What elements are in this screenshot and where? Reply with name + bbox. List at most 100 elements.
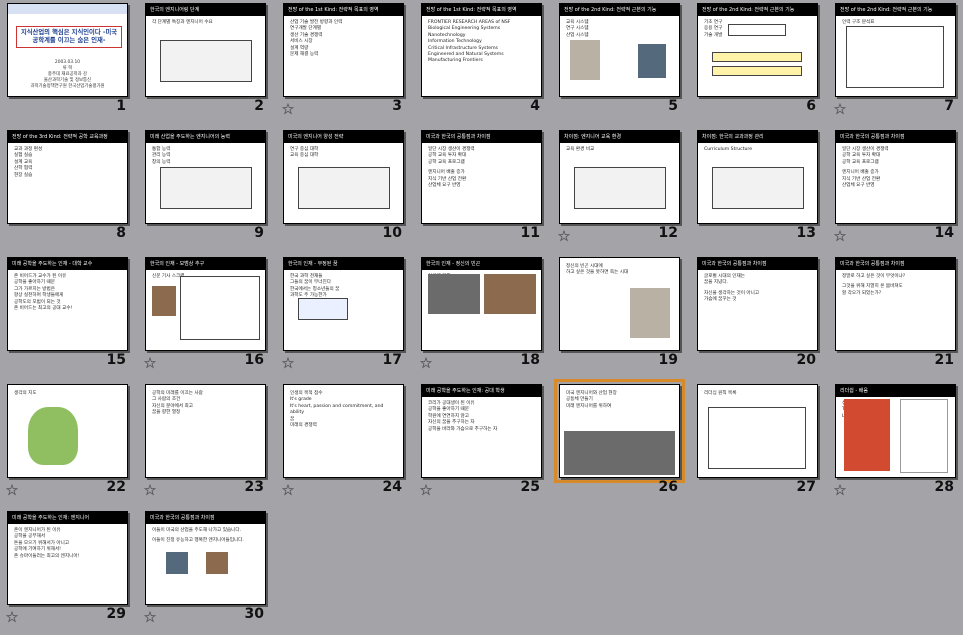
slide-thumbnail[interactable]: 생각의 지도: [7, 384, 128, 478]
slide-thumbnail[interactable]: 공학의 미래를 이끄는 사람 그 사람의 조건 자신의 분야에서 최고 꿈을 향한 열…: [145, 384, 266, 478]
transition-star-icon[interactable]: [6, 611, 18, 623]
transition-star-icon[interactable]: [834, 103, 846, 115]
slide-text-line: 교육 중심 대학: [290, 153, 319, 159]
slide-thumbnail[interactable]: 미국과 한국의 공통점과 차이점 정말로 하고 싶은 것이 무엇이냐? 그것을 위해…: [835, 257, 956, 351]
transition-star-icon[interactable]: [144, 484, 156, 496]
slide-thumbnail[interactable]: 인생의 목적 점수 It's grade It's heart, passion a…: [283, 384, 404, 478]
transition-star-icon[interactable]: [144, 357, 156, 369]
slide-number: 29: [106, 606, 126, 622]
slide-thumbnail-cell[interactable]: 전망 of the 3rd Kind: 전략적 공학 교육과정 교과 과정 편성 실…: [0, 127, 138, 249]
slide-text-line: 각 단계별 특징과 엔지니어 수요: [152, 20, 213, 25]
slide-thumbnail[interactable]: 리더십 원칙 목록: [697, 384, 818, 478]
transition-star-icon[interactable]: [282, 103, 294, 115]
slide-thumbnail[interactable]: 한국의 인재 - 부정된 꿈 한국 과학 천재들 그들의 꿈이 무너진다 한국에서는 …: [283, 257, 404, 351]
slide-thumbnail[interactable]: 리더쉽 - 배움섬기는 리더THE SERVANTLEADERSHIP: [835, 384, 956, 478]
slide-thumbnail[interactable]: 미국 엔지니어와 산업 현장 공동체 만들기 미래 엔지니어를 위하여: [554, 379, 685, 483]
photo-image: [484, 274, 536, 314]
slide-thumbnail[interactable]: 미래 공학을 주도하는 인재: 공대 학생 코리가 공대생이 된 이유 공학을 좋아…: [421, 384, 542, 478]
slide-thumbnail-cell[interactable]: 미래 공학을 주도하는 인재: 엔지니어 존이 엔지니어가 된 이유 공학을 공부해…: [0, 508, 138, 630]
slide-thumbnail-cell[interactable]: 미국과 한국의 공통점과 차이점 정말로 하고 싶은 것이 무엇이냐? 그것을 위해…: [828, 254, 963, 376]
slide-thumbnail-cell[interactable]: 미래 공학을 주도하는 인재 - 대학 교수 존 비어드가 교수가 된 이유 공학을…: [0, 254, 138, 376]
slide-thumbnail[interactable]: 미래 공학을 주도하는 인재 - 대학 교수 존 비어드가 교수가 된 이유 공학을…: [7, 257, 128, 351]
slide-thumbnail-cell[interactable]: 미국 엔지니어와 산업 현장 공동체 만들기 미래 엔지니어를 위하여 26: [552, 379, 690, 503]
slide-thumbnail[interactable]: 미국과 한국의 공통점과 차이점 일단 시장 생산이 경쟁력 공학 교육 투자 확대…: [835, 130, 956, 224]
slide-thumbnail-cell[interactable]: 리더십 원칙 목록 27: [690, 381, 828, 503]
slide-thumbnail-cell[interactable]: 차이점: 엔지니어 교육 환경 교육 환경 비교 12: [552, 127, 690, 249]
slide-thumbnail[interactable]: 전망 of the 2nd Kind: 전략적 근본의 기능 기초 연구 응용 연구…: [697, 3, 818, 97]
slide-thumbnail-cell[interactable]: 미국의 엔지니어 양성 전략 연구 중심 대학 교육 중심 대학 10: [276, 127, 414, 249]
slide-thumbnail[interactable]: 전망 of the 3rd Kind: 전략적 공학 교육과정 교과 과정 편성 실…: [7, 130, 128, 224]
transition-star-icon[interactable]: [6, 484, 18, 496]
transition-star-icon[interactable]: [834, 230, 846, 242]
photo-image: [166, 552, 188, 574]
slide-header: 전망 of the 3rd Kind: 전략적 공학 교육과정: [8, 131, 127, 143]
slide-thumbnail-cell[interactable]: 공학의 미래를 이끄는 사람 그 사람의 조건 자신의 분야에서 최고 꿈을 향한 열…: [138, 381, 276, 503]
slide-text-line: 과학기술정책연구원 한국산업기술평가원: [30, 84, 105, 89]
slide-thumbnail-cell[interactable]: 한국의 인재 - 모범상 추구 신문 기사 스크랩 16: [138, 254, 276, 376]
slide-thumbnail-cell[interactable]: 미래 공학을 주도하는 인재: 공대 학생 코리가 공대생이 된 이유 공학을 좋아…: [414, 381, 552, 503]
slide-thumbnail-cell[interactable]: 차이점: 한국의 교과과정 관리 Curriculum Structure 13: [690, 127, 828, 249]
slide-thumbnail[interactable]: 지식산업의 핵심은 지식인이다 -미국 공학계를 이끄는 숨은 인재- 2003.…: [7, 3, 128, 97]
slide-thumbnail[interactable]: 한국의 엔지니어링 단계 각 단계별 특징과 엔지니어 수요: [145, 3, 266, 97]
slide-thumbnail-cell[interactable]: 인생의 목적 점수 It's grade It's heart, passion a…: [276, 381, 414, 503]
slide-body: 인생의 목적 점수 It's grade It's heart, passion a…: [290, 391, 398, 429]
slide-thumbnail-cell[interactable]: 미국과 한국의 공통점과 차이점 일단 시장 생산이 경쟁력 공학 교육 투자 확대…: [828, 127, 963, 249]
diagram-area: [574, 167, 666, 209]
transition-star-icon[interactable]: [282, 484, 294, 496]
slide-thumbnail-cell[interactable]: 정신의 빈곤 시대에 하고 싶은 것을 못하면 죽는 시대 19: [552, 254, 690, 376]
slide-thumbnail[interactable]: 전망 of the 2nd Kind: 전략적 근본의 기능 교육 시스템 연구 시…: [559, 3, 680, 97]
slide-thumbnail-cell[interactable]: 생각의 지도 22: [0, 381, 138, 503]
slide-thumbnail[interactable]: 미국의 엔지니어 양성 전략 연구 중심 대학 교육 중심 대학: [283, 130, 404, 224]
slide-thumbnail-cell[interactable]: 전망 of the 2nd Kind: 전략적 근본의 기능 인력 구조 분석표 7: [828, 0, 963, 122]
table-grid: [708, 407, 806, 469]
slide-thumbnail[interactable]: 전망 of the 1st Kind: 전략적 목표의 영역 산업 기술 발전 방…: [283, 3, 404, 97]
slide-thumbnail[interactable]: 전망 of the 1st Kind: 전략적 목표의 영역 FRONTIER R…: [421, 3, 542, 97]
slide-body: 이들이 미국의 산업을 주도해 나가고 있습니다. 이들이 진정 유능하고 행복한…: [152, 528, 260, 545]
slide-number: 27: [796, 479, 816, 495]
transition-star-icon[interactable]: [420, 357, 432, 369]
slide-thumbnail[interactable]: 차이점: 엔지니어 교육 환경 교육 환경 비교: [559, 130, 680, 224]
slide-thumbnail-cell[interactable]: 전망 of the 1st Kind: 전략적 목표의 영역 산업 기술 발전 방…: [276, 0, 414, 122]
slide-thumbnail[interactable]: 미래 산업을 주도하는 엔지니어의 능력 통합 능력 관리 능력 창의 능력: [145, 130, 266, 224]
slide-thumbnail[interactable]: 한국의 인재 - 모범상 추구 신문 기사 스크랩: [145, 257, 266, 351]
slide-thumbnail-cell[interactable]: 지식산업의 핵심은 지식인이다 -미국 공학계를 이끄는 숨은 인재- 2003.…: [0, 0, 138, 122]
slide-thumbnail-cell[interactable]: 한국의 인재 - 정신의 빈곤이공계 기피의대 선호공학자의 현실18: [414, 254, 552, 376]
slide-thumbnail-cell[interactable]: 전망 of the 2nd Kind: 전략적 근본의 기능 교육 시스템 연구 시…: [552, 0, 690, 122]
transition-star-icon[interactable]: [558, 230, 570, 242]
slide-thumbnail[interactable]: 미국과 한국의 공통점과 차이점 일단 시장 생산이 경쟁력 공학 교육 투자 확대…: [421, 130, 542, 224]
transition-star-icon[interactable]: [282, 357, 294, 369]
slide-body: 글로벌 시대의 인재는 꿈을 지녔다. 자신을 생각하는 것이 아니고 가슴에 꿈꾸는…: [704, 274, 812, 304]
slide-thumbnail-cell[interactable]: 전망 of the 1st Kind: 전략적 목표의 영역 FRONTIER R…: [414, 0, 552, 122]
slide-thumbnail-cell[interactable]: 미국과 한국의 공통점과 차이점 일단 시장 생산이 경쟁력 공학 교육 투자 확대…: [414, 127, 552, 249]
slide-number: 4: [530, 98, 540, 114]
slide-thumbnail[interactable]: 전망 of the 2nd Kind: 전략적 근본의 기능 인력 구조 분석표: [835, 3, 956, 97]
slide-thumbnail-cell[interactable]: 미래 산업을 주도하는 엔지니어의 능력 통합 능력 관리 능력 창의 능력 9: [138, 127, 276, 249]
slide-thumbnail-cell[interactable]: 리더쉽 - 배움섬기는 리더THE SERVANTLEADERSHIP28: [828, 381, 963, 503]
transition-star-icon[interactable]: [420, 484, 432, 496]
slide-header: 미래 공학을 주도하는 인재: 엔지니어: [8, 512, 127, 524]
slide-thumbnail-cell[interactable]: 미국과 한국의 공통점과 차이점 이들이 미국의 산업을 주도해 나가고 있습니다…: [138, 508, 276, 630]
transition-star-icon[interactable]: [834, 484, 846, 496]
slide-number: 20: [796, 352, 816, 368]
slide-header: 미국과 한국의 공통점과 차이점: [836, 131, 955, 143]
slide-thumbnail[interactable]: 한국의 인재 - 정신의 빈곤이공계 기피의대 선호공학자의 현실: [421, 257, 542, 351]
slide-thumbnail[interactable]: 미국과 한국의 공통점과 차이점 이들이 미국의 산업을 주도해 나가고 있습니다…: [145, 511, 266, 605]
slide-text-line: 생각의 지도: [14, 391, 37, 396]
slide-thumbnail[interactable]: 정신의 빈곤 시대에 하고 싶은 것을 못하면 죽는 시대: [559, 257, 680, 351]
slide-thumbnail[interactable]: 미국과 한국의 공통점과 차이점 글로벌 시대의 인재는 꿈을 지녔다. 자신을 생각…: [697, 257, 818, 351]
slide-header: 미래 산업을 주도하는 엔지니어의 능력: [146, 131, 265, 143]
diagram-box: [712, 66, 802, 76]
slide-thumbnail[interactable]: 미래 공학을 주도하는 인재: 엔지니어 존이 엔지니어가 된 이유 공학을 공부해…: [7, 511, 128, 605]
slide-number: 2: [254, 98, 264, 114]
diagram-area: [712, 167, 804, 209]
slide-thumbnail-cell[interactable]: 한국의 인재 - 부정된 꿈 한국 과학 천재들 그들의 꿈이 무너진다 한국에서는 …: [276, 254, 414, 376]
transition-star-icon[interactable]: [144, 611, 156, 623]
slide-thumbnail-cell[interactable]: 미국과 한국의 공통점과 차이점 글로벌 시대의 인재는 꿈을 지녔다. 자신을 생각…: [690, 254, 828, 376]
slide-header: 미래 공학을 주도하는 인재 - 대학 교수: [8, 258, 127, 270]
book-cover-image: [900, 399, 948, 473]
cartoon-image: [630, 288, 670, 338]
slide-thumbnail-cell[interactable]: 전망 of the 2nd Kind: 전략적 근본의 기능 기초 연구 응용 연구…: [690, 0, 828, 122]
slide-thumbnail-cell[interactable]: 한국의 엔지니어링 단계 각 단계별 특징과 엔지니어 수요 2: [138, 0, 276, 122]
slide-thumbnail[interactable]: 차이점: 한국의 교과과정 관리 Curriculum Structure: [697, 130, 818, 224]
slide-header: 한국의 인재 - 정신의 빈곤: [422, 258, 541, 270]
